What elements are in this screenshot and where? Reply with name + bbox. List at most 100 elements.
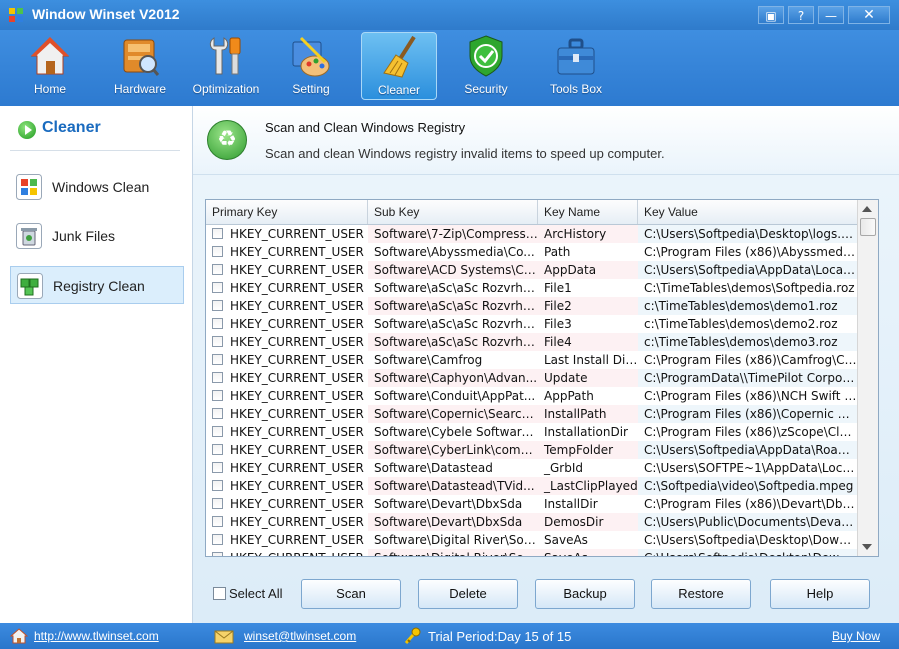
cell-key-value: C:\Program Files (x86)\Devart\Dbx\... <box>638 495 858 513</box>
table-row[interactable]: HKEY_CURRENT_USER Software\aSc\aSc Rozvrh… <box>206 333 858 351</box>
select-all-label: Select All <box>229 586 283 601</box>
table-row[interactable]: HKEY_CURRENT_USER Software\ACD Systems\Cr… <box>206 261 858 279</box>
vertical-scrollbar[interactable] <box>857 200 878 556</box>
cell-key-name: Last Install Dir... <box>538 351 638 369</box>
sidebar-heading: Cleaner <box>16 119 186 142</box>
home-small-icon <box>10 628 28 644</box>
toolbar-setting-label: Setting <box>292 82 330 96</box>
column-header-primary-key[interactable]: Primary Key <box>206 200 368 224</box>
cell-sub-key: Software\Camfrog <box>368 351 538 369</box>
backup-button[interactable]: Backup <box>535 579 635 609</box>
buy-now-link[interactable]: Buy Now <box>832 629 880 643</box>
sidebar-heading-label: Cleaner <box>42 119 101 136</box>
cell-primary-key: HKEY_CURRENT_USER <box>230 425 364 439</box>
scrollbar-thumb[interactable] <box>860 218 876 236</box>
column-header-key-name[interactable]: Key Name <box>538 200 638 224</box>
delete-button[interactable]: Delete <box>418 579 518 609</box>
website-link[interactable]: http://www.tlwinset.com <box>34 629 159 643</box>
table-row[interactable]: HKEY_CURRENT_USERSoftware\Digital River\… <box>206 531 858 549</box>
registry-cubes-icon <box>17 273 43 299</box>
cell-sub-key: Software\ACD Systems\Cr... <box>368 261 538 279</box>
table-body: HKEY_CURRENT_USER Software\7-Zip\Compress… <box>206 225 858 556</box>
checkbox-box[interactable] <box>213 587 226 600</box>
cell-key-name: File3 <box>538 315 638 333</box>
sidebar-item-registry-clean[interactable]: Registry Clean <box>10 266 184 304</box>
cell-key-name: ArcHistory <box>538 225 638 243</box>
table-row[interactable]: HKEY_CURRENT_USER Software\Caphyon\Advan.… <box>206 369 858 387</box>
toolbar-setting[interactable]: Setting <box>273 32 349 100</box>
help-button[interactable]: Help <box>770 579 870 609</box>
table-row[interactable]: HKEY_CURRENT_USER Software\CyberLink\comm… <box>206 441 858 459</box>
table-row[interactable]: HKEY_CURRENT_USER Software\Cybele Softwar… <box>206 423 858 441</box>
toolbar-security[interactable]: Security <box>448 32 524 100</box>
table-row[interactable]: HKEY_CURRENT_USER Software\Abyssmedia\Co.… <box>206 243 858 261</box>
table-row[interactable]: HKEY_CURRENT_USER Software\Camfrog Last In… <box>206 351 858 369</box>
table-row[interactable]: HKEY_CURRENT_USER Software\Devart\DbxSda I… <box>206 495 858 513</box>
scroll-up-arrow-icon[interactable] <box>862 206 872 212</box>
email-link[interactable]: winset@tlwinset.com <box>244 629 356 643</box>
cell-key-value: C:\Program Files (x86)\zScope\Class... <box>638 423 858 441</box>
app-logo-icon <box>9 8 23 22</box>
cell-key-name: File1 <box>538 279 638 297</box>
cell-primary-key: HKEY_CURRENT_USER <box>230 443 364 457</box>
minimize-button[interactable]: — <box>818 6 844 24</box>
sidebar-divider <box>10 150 180 151</box>
table-row[interactable]: HKEY_CURRENT_USER Software\Copernic\Searc… <box>206 405 858 423</box>
table-row[interactable]: HKEY_CURRENT_USERSoftware\Digital River\… <box>206 549 858 556</box>
toolbar-hardware[interactable]: Hardware <box>102 32 178 100</box>
key-icon <box>404 627 421 644</box>
table-row[interactable]: HKEY_CURRENT_USER Software\Conduit\AppPat… <box>206 387 858 405</box>
cell-key-value: c:\TimeTables\demos\demo3.roz <box>638 333 858 351</box>
toolbar-optimization[interactable]: Optimization <box>188 32 264 100</box>
toolbox-icon <box>557 38 595 75</box>
scan-button[interactable]: Scan <box>301 579 401 609</box>
toolbar-optimization-label: Optimization <box>192 82 260 96</box>
column-header-key-value[interactable]: Key Value <box>638 200 858 224</box>
scroll-down-arrow-icon[interactable] <box>862 544 872 550</box>
restore-button[interactable]: Restore <box>651 579 751 609</box>
cell-key-value: C:\Program Files (x86)\Abyssmedia\... <box>638 243 858 261</box>
cell-key-value: c:\TimeTables\demos\demo1.roz <box>638 297 858 315</box>
cell-sub-key: Software\Devart\DbxSda <box>368 513 538 531</box>
registry-table: Primary Key Sub Key Key Name Key Value H… <box>205 199 879 557</box>
cell-key-value: C:\Program Files (x86)\Copernic De... <box>638 405 858 423</box>
cell-key-value: C:\Users\Softpedia\AppData\Roami... <box>638 441 858 459</box>
cell-key-name: _GrbId <box>538 459 638 477</box>
table-row[interactable]: HKEY_CURRENT_USER Software\7-Zip\Compress… <box>206 225 858 243</box>
table-row[interactable]: HKEY_CURRENT_USER Software\Datastead\TVid… <box>206 477 858 495</box>
setting-icon <box>292 36 330 77</box>
panel-title: Scan and Clean Windows Registry <box>265 120 466 135</box>
table-row[interactable]: HKEY_CURRENT_USER Software\aSc\aSc Rozvrh… <box>206 279 858 297</box>
cell-primary-key: HKEY_CURRENT_USER <box>230 317 364 331</box>
toolbar-cleaner-label: Cleaner <box>377 83 421 97</box>
close-button[interactable]: ✕ <box>848 6 890 24</box>
skin-button[interactable]: ▣ <box>758 6 784 24</box>
table-row[interactable]: HKEY_CURRENT_USER Software\Datastead _GrbI… <box>206 459 858 477</box>
cell-key-value: C:\ProgramData\\TimePilot Corpora... <box>638 369 858 387</box>
cell-sub-key: Software\Digital River\Soft... <box>368 531 538 549</box>
cell-key-name: InstallPath <box>538 405 638 423</box>
cell-primary-key: HKEY_CURRENT_USER <box>230 245 364 259</box>
cell-key-value: C:\Users\Softpedia\Desktop\Downl... <box>638 531 858 549</box>
toolbar-home[interactable]: Home <box>12 32 88 100</box>
cell-key-name: Update <box>538 369 638 387</box>
cell-sub-key: Software\Caphyon\Advan... <box>368 369 538 387</box>
cell-sub-key: Software\Devart\DbxSda <box>368 495 538 513</box>
toolbar-tools-box[interactable]: Tools Box <box>538 32 614 100</box>
cell-sub-key: Software\Copernic\Search... <box>368 405 538 423</box>
table-row[interactable]: HKEY_CURRENT_USER Software\aSc\aSc Rozvrh… <box>206 297 858 315</box>
content-area: Cleaner Windows Clean Junk Files Registr… <box>0 106 899 623</box>
sidebar-item-label: Registry Clean <box>53 278 145 294</box>
sidebar-item-junk-files[interactable]: Junk Files <box>10 217 184 255</box>
cell-sub-key: Software\Abyssmedia\Co... <box>368 243 538 261</box>
table-row[interactable]: HKEY_CURRENT_USER Software\aSc\aSc Rozvrh… <box>206 315 858 333</box>
help-window-button[interactable]: ? <box>788 6 814 24</box>
cell-sub-key: Software\aSc\aSc Rozvrhy... <box>368 297 538 315</box>
column-header-sub-key[interactable]: Sub Key <box>368 200 538 224</box>
table-row[interactable]: HKEY_CURRENT_USER Software\Devart\DbxSda D… <box>206 513 858 531</box>
sidebar-item-windows-clean[interactable]: Windows Clean <box>10 168 184 206</box>
cell-primary-key: HKEY_CURRENT_USER <box>230 353 364 367</box>
sidebar: Cleaner Windows Clean Junk Files Registr… <box>0 106 193 623</box>
cell-primary-key: HKEY_CURRENT_USER <box>230 371 364 385</box>
toolbar-cleaner[interactable]: Cleaner <box>361 32 437 100</box>
